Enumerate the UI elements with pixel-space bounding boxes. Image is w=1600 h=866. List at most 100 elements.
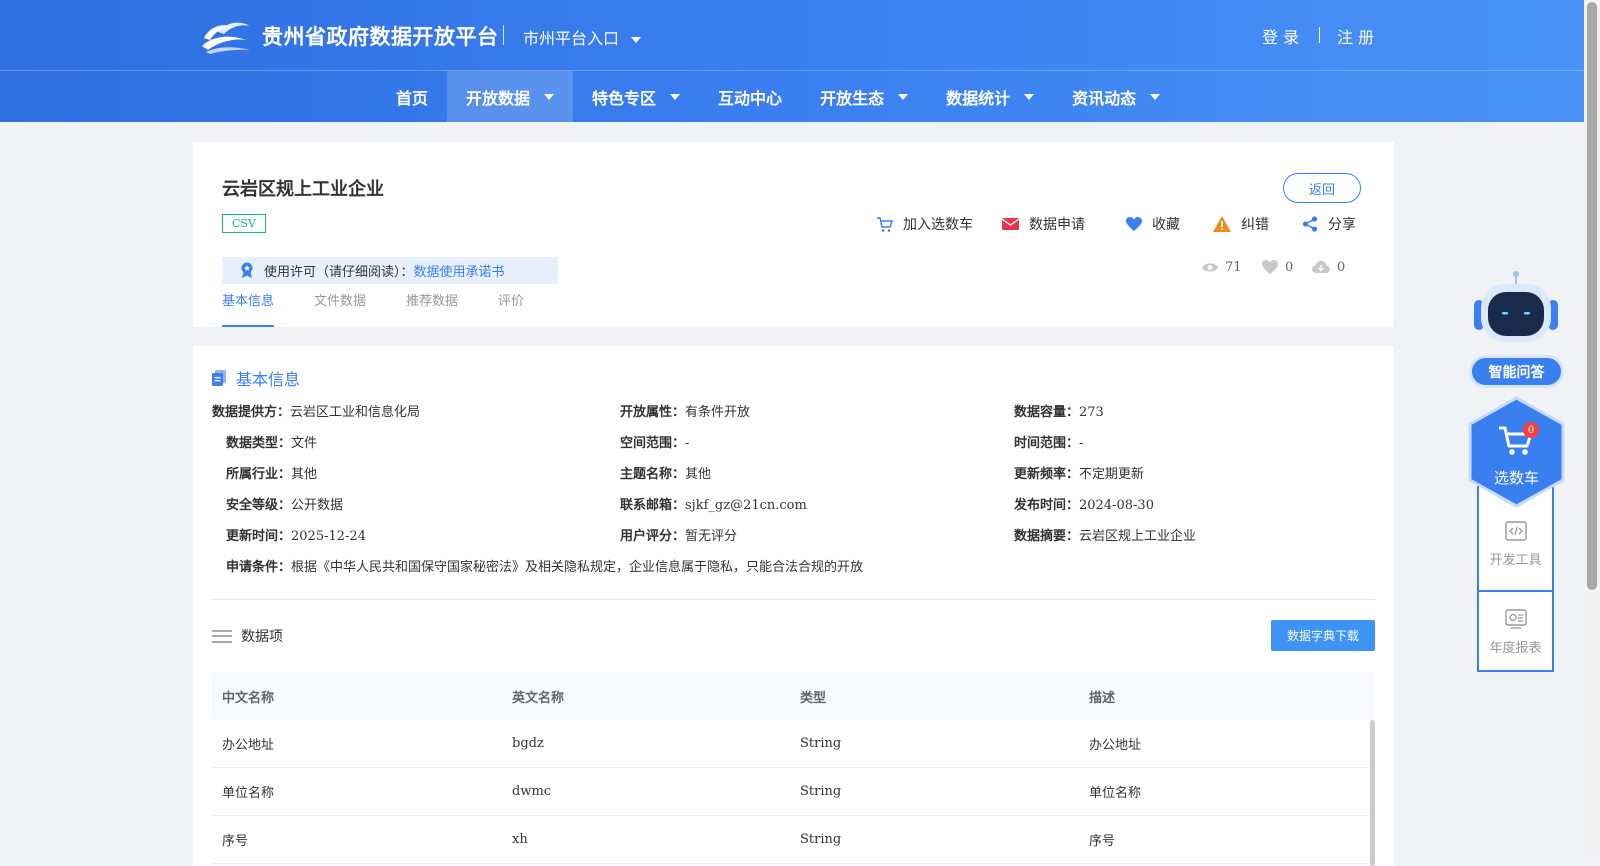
table-cell: 办公地址	[222, 738, 275, 753]
chevron-down-icon	[1150, 93, 1161, 100]
field-open-attr: 开放属性：有条件开放	[620, 401, 750, 420]
ai-qa-button[interactable]: 智能问答	[1469, 355, 1564, 388]
field-value: 2024-08-30	[1079, 498, 1154, 513]
mail-icon	[1002, 218, 1019, 230]
share-action[interactable]: 分享	[1302, 213, 1356, 235]
table-cell: dwmc	[512, 784, 552, 799]
page-scrollbar[interactable]	[1584, 0, 1600, 857]
nav-item-ecosystem[interactable]: 开放生态	[801, 71, 927, 122]
field-label: 主题名称：	[620, 467, 686, 482]
table-cell: bgdz	[512, 736, 544, 751]
top-header: 贵州省政府数据开放平台 市州平台入口 登 录 注 册 首页 开放数据 特色专区 …	[0, 0, 1584, 122]
field-label: 更新频率：	[1014, 467, 1080, 482]
field-value: 暂无评分	[685, 529, 738, 544]
table-scrollbar[interactable]	[1370, 720, 1375, 866]
warning-icon	[1213, 216, 1231, 232]
annual-report-label: 年度报表	[1489, 640, 1542, 656]
city-platform-dropdown[interactable]: 市州平台入口	[523, 25, 642, 49]
tab-file-data[interactable]: 文件数据	[314, 292, 366, 327]
cloud-download-icon	[1312, 261, 1330, 273]
nav-item-home[interactable]: 首页	[377, 71, 447, 122]
nav-item-interaction[interactable]: 互动中心	[699, 71, 801, 122]
likes-count: 0	[1285, 260, 1294, 275]
field-label: 数据提供方：	[212, 405, 291, 420]
field-value: 不定期更新	[1079, 467, 1145, 482]
likes-stat: 0	[1262, 260, 1293, 275]
list-icon	[212, 629, 232, 643]
basic-info-title: 基本信息	[236, 370, 301, 389]
field-value: 有条件开放	[685, 405, 751, 420]
table-row: 办公地址 bgdz String 办公地址	[212, 720, 1375, 768]
cart-label: 选数车	[1493, 469, 1539, 487]
dataset-header-card: 云岩区规上工业企业 CSV 返回 加入选数车 数据申请 收藏 纠错 分享 使用许…	[193, 142, 1394, 327]
report-error-action[interactable]: 纠错	[1213, 213, 1269, 235]
field-label: 更新时间：	[226, 529, 292, 544]
annual-report-item[interactable]: 年度报表	[1479, 592, 1552, 672]
views-stat: 71	[1202, 260, 1242, 275]
field-value: 273	[1079, 405, 1104, 420]
field-value: 云岩区工业和信息化局	[290, 405, 421, 420]
nav-label: 资讯动态	[1072, 88, 1137, 108]
chevron-down-icon	[544, 93, 555, 100]
field-label: 申请条件：	[226, 560, 292, 575]
field-data-type: 数据类型：文件	[226, 432, 317, 451]
license-link[interactable]: 数据使用承诺书	[414, 261, 505, 280]
field-value: 云岩区规上工业企业	[1079, 529, 1197, 544]
login-link[interactable]: 登 录	[1262, 24, 1299, 48]
license-bar: 使用许可（请仔细阅读）： 数据使用承诺书	[222, 257, 558, 284]
cart-count-badge: 0	[1523, 422, 1539, 438]
field-label: 所属行业：	[226, 467, 292, 482]
field-value: 其他	[291, 467, 318, 482]
field-summary: 数据摘要：云岩区规上工业企业	[1014, 525, 1196, 544]
cart-button[interactable]	[1467, 396, 1566, 508]
data-apply-action[interactable]: 数据申请	[1002, 213, 1085, 235]
nav-item-featured[interactable]: 特色专区	[573, 71, 699, 122]
detail-tabs: 基本信息 文件数据 推荐数据 评价	[222, 292, 564, 327]
back-button[interactable]: 返回	[1283, 173, 1361, 203]
field-email: 联系邮箱：sjkf_gz@21cn.com	[620, 494, 807, 513]
views-count: 71	[1225, 260, 1242, 275]
site-title[interactable]: 贵州省政府数据开放平台	[262, 21, 499, 51]
field-label: 数据容量：	[1014, 405, 1080, 420]
heart-icon	[1262, 260, 1278, 274]
divider	[503, 25, 504, 45]
tab-recommended[interactable]: 推荐数据	[406, 292, 458, 327]
field-value: 其他	[685, 467, 712, 482]
table-cell: String	[800, 784, 842, 799]
table-cell: 单位名称	[1089, 786, 1142, 801]
format-badge: CSV	[222, 214, 266, 233]
download-dictionary-button[interactable]: 数据字典下载	[1271, 620, 1375, 651]
city-platform-label: 市州平台入口	[523, 29, 620, 48]
cart-icon	[877, 216, 893, 232]
dev-tools-label: 开发工具	[1489, 552, 1542, 568]
field-label: 数据摘要：	[1014, 529, 1080, 544]
downloads-count: 0	[1337, 260, 1346, 275]
data-items-title: 数据项	[241, 629, 283, 645]
field-updated: 更新时间：2025-12-24	[226, 525, 366, 544]
share-label: 分享	[1328, 217, 1356, 233]
field-label: 数据类型：	[226, 436, 292, 451]
field-value[interactable]: sjkf_gz@21cn.com	[685, 498, 807, 513]
field-frequency: 更新频率：不定期更新	[1014, 463, 1144, 482]
data-items-table: 中文名称 英文名称 类型 描述 办公地址 bgdz String 办公地址 单位…	[212, 672, 1375, 864]
dataset-title: 云岩区规上工业企业	[222, 179, 384, 200]
nav-item-news[interactable]: 资讯动态	[1053, 71, 1179, 122]
data-apply-label: 数据申请	[1029, 217, 1085, 233]
register-link[interactable]: 注 册	[1337, 24, 1374, 48]
field-temporal: 时间范围：-	[1014, 432, 1083, 451]
nav-item-open-data[interactable]: 开放数据	[447, 71, 574, 122]
dev-tools-item[interactable]: 开发工具	[1479, 504, 1552, 584]
divider	[1319, 27, 1320, 43]
favorite-action[interactable]: 收藏	[1126, 213, 1180, 235]
chevron-down-icon	[1024, 93, 1035, 100]
tab-basic-info[interactable]: 基本信息	[222, 292, 275, 327]
nav-label: 开放数据	[466, 88, 531, 108]
add-to-cart-action[interactable]: 加入选数车	[876, 213, 973, 235]
robot-assistant-icon[interactable]	[1471, 270, 1561, 344]
document-icon	[212, 370, 226, 386]
platform-logo-icon[interactable]	[200, 16, 252, 54]
eye-icon	[1202, 263, 1218, 272]
nav-item-statistics[interactable]: 数据统计	[927, 71, 1053, 122]
tab-rating[interactable]: 评价	[498, 292, 524, 327]
scrollbar-thumb[interactable]	[1587, 2, 1597, 590]
